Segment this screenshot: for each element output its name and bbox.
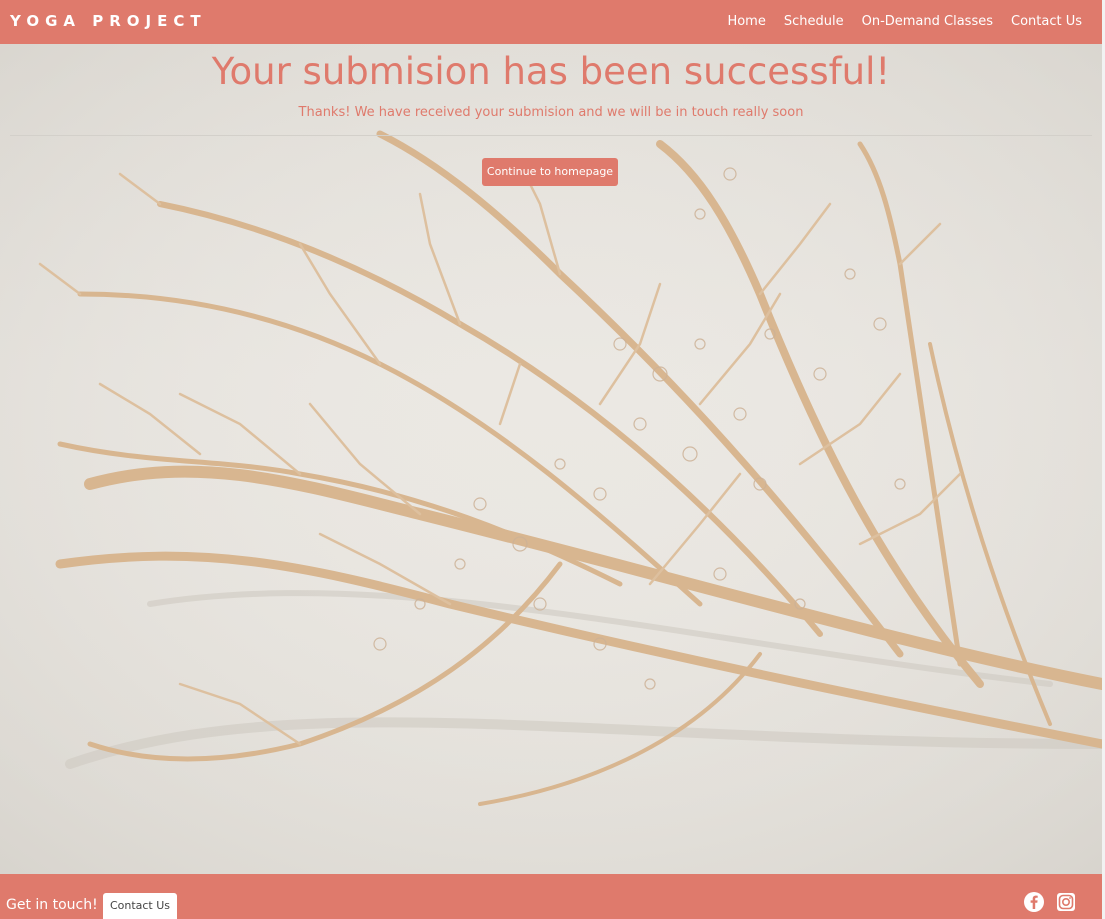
- nav-link-home[interactable]: Home: [727, 14, 765, 29]
- divider: [10, 135, 1092, 136]
- success-title: Your submision has been successful!: [211, 50, 891, 93]
- footer-contact-us-button[interactable]: Contact Us: [103, 893, 177, 919]
- success-message: Thanks! We have received your submision …: [298, 105, 804, 120]
- navbar: YOGA PROJECT Home Schedule On-Demand Cla…: [0, 0, 1102, 44]
- nav-link-contact-us[interactable]: Contact Us: [1011, 14, 1082, 29]
- page: YOGA PROJECT Home Schedule On-Demand Cla…: [0, 0, 1102, 919]
- nav-link-schedule[interactable]: Schedule: [784, 14, 844, 29]
- footer: Get in touch! Contact Us: [0, 874, 1102, 919]
- instagram-icon[interactable]: [1055, 891, 1077, 913]
- brand-logo[interactable]: YOGA PROJECT: [10, 12, 207, 30]
- continue-to-homepage-button[interactable]: Continue to homepage: [482, 158, 618, 186]
- hero-section: Your submision has been successful! Than…: [0, 44, 1102, 874]
- facebook-icon[interactable]: [1023, 891, 1045, 913]
- nav-links: Home Schedule On-Demand Classes Contact …: [727, 14, 1082, 29]
- nav-link-on-demand-classes[interactable]: On-Demand Classes: [862, 14, 993, 29]
- footer-get-in-touch-text: Get in touch!: [6, 897, 98, 913]
